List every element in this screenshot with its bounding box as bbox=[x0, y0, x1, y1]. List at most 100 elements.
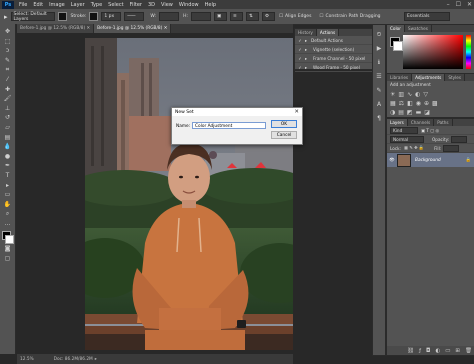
history-panel-icon[interactable]: ⏲ bbox=[375, 31, 383, 39]
fill-swatch[interactable] bbox=[57, 12, 67, 21]
photo-filter-icon[interactable]: ◉ bbox=[416, 100, 421, 107]
settings-gear-icon[interactable]: ⚙ bbox=[261, 12, 275, 21]
posterize-icon[interactable]: ▤ bbox=[398, 109, 404, 116]
tab-channels[interactable]: Channels bbox=[407, 119, 435, 126]
path-select-tool-icon[interactable]: ▸ bbox=[4, 13, 8, 21]
menu-filter[interactable]: Filter bbox=[127, 2, 145, 8]
check-icon[interactable]: ✓ bbox=[295, 56, 305, 61]
gradient-tool-icon[interactable]: ▤ bbox=[3, 134, 12, 141]
tab-adjustments[interactable]: Adjustments bbox=[412, 74, 446, 81]
curves-icon[interactable]: ∿ bbox=[407, 91, 412, 98]
ok-button[interactable]: OK bbox=[271, 120, 297, 128]
zoom-level[interactable]: 12.5% bbox=[20, 357, 34, 362]
eyedropper-tool-icon[interactable]: ⁄ bbox=[3, 76, 12, 83]
menu-help[interactable]: Help bbox=[202, 2, 219, 8]
tab-actions[interactable]: Actions bbox=[316, 29, 340, 36]
quick-select-tool-icon[interactable]: ✎ bbox=[3, 57, 12, 64]
menu-3d[interactable]: 3D bbox=[145, 2, 158, 8]
character-panel-icon[interactable]: A bbox=[375, 101, 383, 108]
menu-layer[interactable]: Layer bbox=[68, 2, 88, 8]
channel-mixer-icon[interactable]: ⊕ bbox=[424, 100, 429, 107]
marquee-tool-icon[interactable]: ⬚ bbox=[3, 38, 12, 45]
select-layers-dropdown[interactable]: Select: Default Layers bbox=[10, 12, 55, 22]
tab-history[interactable]: History bbox=[295, 29, 317, 36]
action-row[interactable]: ✓ ▸ Vignette (selection) bbox=[295, 45, 372, 54]
set-name-input[interactable]: Color Adjustment bbox=[192, 122, 266, 129]
visibility-eye-icon[interactable]: 👁 bbox=[387, 158, 397, 163]
black-white-icon[interactable]: ◧ bbox=[407, 100, 413, 107]
fx-icon[interactable]: ƒ bbox=[419, 348, 421, 354]
minimize-button[interactable]: – bbox=[447, 1, 450, 8]
close-window-button[interactable]: ✕ bbox=[467, 1, 472, 8]
expand-icon[interactable]: ▸ bbox=[305, 65, 313, 70]
dialog-close-button[interactable]: ✕ bbox=[294, 108, 299, 116]
add-mask-icon[interactable]: ◘ bbox=[426, 348, 430, 354]
pen-tool-icon[interactable]: ✒ bbox=[3, 162, 12, 169]
lock-icons[interactable]: ▦ ✎ ✥ 🔒 bbox=[404, 145, 424, 151]
rectangle-tool-icon[interactable]: ▭ bbox=[3, 191, 12, 198]
stroke-type-dropdown[interactable]: ─── bbox=[124, 12, 145, 21]
screen-mode-icon[interactable]: ▢ bbox=[3, 255, 12, 262]
healing-brush-tool-icon[interactable]: ✚ bbox=[3, 86, 12, 93]
brush-tool-icon[interactable]: 🖌 bbox=[3, 95, 12, 102]
check-icon[interactable]: ✓ bbox=[295, 38, 305, 43]
workspace-dropdown[interactable]: Essentials bbox=[404, 12, 450, 21]
paragraph-panel-icon[interactable]: ¶ bbox=[375, 115, 383, 122]
eraser-tool-icon[interactable]: ▱ bbox=[3, 124, 12, 131]
check-icon[interactable]: ✓ bbox=[295, 65, 305, 70]
stroke-swatch[interactable] bbox=[89, 12, 99, 21]
actions-panel-icon[interactable]: ▶ bbox=[375, 45, 383, 52]
tab-styles[interactable]: Styles bbox=[445, 74, 466, 81]
width-field[interactable] bbox=[159, 12, 180, 21]
threshold-icon[interactable]: ◩ bbox=[407, 109, 413, 116]
layer-name[interactable]: Background bbox=[415, 158, 441, 163]
menu-view[interactable]: View bbox=[158, 2, 176, 8]
path-ops-icon[interactable]: ▣ bbox=[213, 12, 227, 21]
fill-field[interactable] bbox=[443, 144, 460, 152]
layer-row-background[interactable]: 👁 Background 🔒 bbox=[387, 153, 474, 167]
selective-color-icon[interactable]: ◪ bbox=[424, 109, 430, 116]
dodge-tool-icon[interactable]: ● bbox=[3, 153, 12, 160]
action-row[interactable]: ✓ ▸ Frame Channel - 50 pixel bbox=[295, 54, 372, 63]
properties-panel-icon[interactable]: ☰ bbox=[375, 73, 383, 80]
constrain-paths-checkbox[interactable]: ☐ bbox=[319, 14, 323, 19]
path-arrange-icon[interactable]: ⇅ bbox=[245, 12, 259, 21]
menu-select[interactable]: Select bbox=[105, 2, 126, 8]
delete-layer-icon[interactable]: 🗑 bbox=[465, 348, 472, 354]
expand-icon[interactable]: ▸ bbox=[305, 56, 313, 61]
new-group-icon[interactable]: ▭ bbox=[445, 348, 450, 354]
menu-file[interactable]: File bbox=[16, 2, 30, 8]
color-lookup-icon[interactable]: ▩ bbox=[432, 100, 438, 107]
align-edges-checkbox[interactable]: ☐ bbox=[279, 14, 283, 19]
status-arrow-icon[interactable]: ▸ bbox=[95, 357, 97, 362]
document-tab[interactable]: Before-1.jpg @ 12.5% (RGB/8) ✕ bbox=[17, 24, 95, 33]
stroke-width-field[interactable]: 1 px bbox=[101, 12, 122, 21]
new-layer-icon[interactable]: ⊞ bbox=[455, 348, 460, 354]
invert-icon[interactable]: ◑ bbox=[390, 109, 395, 116]
brushes-panel-icon[interactable]: ✎ bbox=[375, 87, 383, 94]
check-icon[interactable]: ✓ bbox=[295, 47, 305, 52]
link-layers-icon[interactable]: ⛓ bbox=[407, 348, 414, 354]
history-brush-tool-icon[interactable]: ↺ bbox=[3, 114, 12, 121]
tab-paths[interactable]: Paths bbox=[434, 119, 453, 126]
color-balance-icon[interactable]: ⚖ bbox=[399, 100, 404, 107]
exposure-icon[interactable]: ◐ bbox=[415, 91, 420, 98]
height-field[interactable] bbox=[190, 12, 211, 21]
path-selection-tool-icon[interactable]: ▸ bbox=[3, 182, 12, 189]
hue-saturation-icon[interactable]: ▦ bbox=[390, 100, 396, 107]
path-align-icon[interactable]: ≡ bbox=[229, 12, 243, 21]
crop-tool-icon[interactable]: ⌗ bbox=[3, 66, 12, 73]
menu-type[interactable]: Type bbox=[88, 2, 105, 8]
tab-color[interactable]: Color bbox=[387, 25, 405, 32]
maximize-button[interactable]: ☐ bbox=[456, 1, 461, 8]
menu-edit[interactable]: Edit bbox=[30, 2, 46, 8]
hand-tool-icon[interactable]: ✋ bbox=[3, 201, 12, 208]
background-color-swatch[interactable] bbox=[5, 235, 14, 245]
menu-window[interactable]: Window bbox=[176, 2, 202, 8]
vibrance-icon[interactable]: ▽ bbox=[423, 91, 428, 98]
blur-tool-icon[interactable]: 💧 bbox=[3, 143, 12, 150]
opacity-field[interactable] bbox=[451, 135, 468, 143]
filter-icons[interactable]: ▣ T ▢ ◎ bbox=[421, 128, 439, 133]
color-picker-field[interactable] bbox=[403, 35, 463, 69]
menu-image[interactable]: Image bbox=[46, 2, 68, 8]
